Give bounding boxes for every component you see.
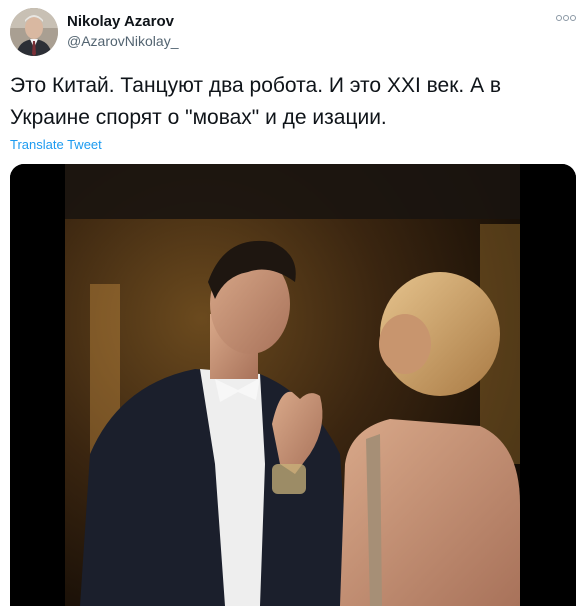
video-still bbox=[10, 164, 576, 606]
translate-tweet-link[interactable]: Translate Tweet bbox=[10, 137, 102, 152]
author-name[interactable]: Nikolay Azarov bbox=[67, 13, 174, 30]
author-avatar[interactable] bbox=[10, 8, 58, 56]
more-options-icon[interactable] bbox=[556, 12, 576, 24]
avatar-image bbox=[10, 8, 58, 56]
tweet-video[interactable] bbox=[10, 164, 576, 606]
author-handle[interactable]: @AzarovNikolay_ bbox=[67, 33, 178, 49]
tweet-text: Это Китай. Танцуют два робота. И это XXI… bbox=[10, 74, 502, 129]
